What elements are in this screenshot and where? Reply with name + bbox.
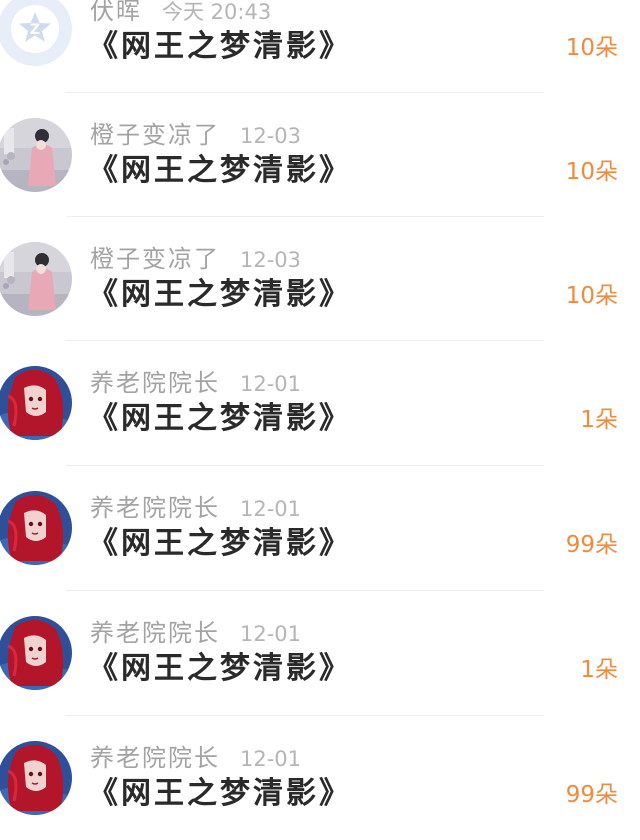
red-hair-girl-icon bbox=[0, 741, 72, 815]
avatar[interactable]: Z bbox=[0, 0, 72, 66]
timestamp: 12-01 bbox=[240, 497, 302, 521]
sender-meta: 橙子变凉了 12-03 bbox=[90, 244, 301, 274]
book-title[interactable]: 《网王之梦清影》 bbox=[88, 774, 352, 814]
divider bbox=[66, 715, 544, 716]
book-title[interactable]: 《网王之梦清影》 bbox=[88, 27, 352, 67]
svg-text:Z: Z bbox=[30, 22, 40, 38]
flower-amount: 1朵 bbox=[580, 657, 618, 683]
avatar[interactable] bbox=[0, 741, 72, 815]
sender-name[interactable]: 伏晖 bbox=[90, 0, 142, 25]
list-item[interactable]: 橙子变凉了 12-03 《网王之梦清影》 10朵 bbox=[0, 118, 640, 210]
girl-portrait-icon bbox=[0, 242, 72, 316]
sender-name[interactable]: 橙子变凉了 bbox=[90, 245, 220, 273]
avatar[interactable] bbox=[0, 491, 72, 565]
timestamp: 今天 20:43 bbox=[162, 0, 272, 24]
sender-meta: 养老院院长 12-01 bbox=[90, 743, 301, 773]
divider bbox=[66, 590, 544, 591]
flower-amount: 99朵 bbox=[565, 782, 618, 808]
sender-name[interactable]: 养老院院长 bbox=[90, 619, 220, 647]
sender-name[interactable]: 养老院院长 bbox=[90, 494, 220, 522]
timestamp: 12-01 bbox=[240, 622, 302, 646]
sender-meta: 养老院院长 12-01 bbox=[90, 493, 301, 523]
red-hair-girl-icon bbox=[0, 616, 72, 690]
list-item[interactable]: Z 伏晖 今天 20:43 《网王之梦清影》 10朵 bbox=[0, 0, 640, 84]
sender-name[interactable]: 养老院院长 bbox=[90, 369, 220, 397]
red-hair-girl-icon bbox=[0, 491, 72, 565]
flower-amount: 10朵 bbox=[565, 283, 618, 309]
divider bbox=[66, 216, 544, 217]
star-avatar-icon: Z bbox=[0, 0, 72, 66]
book-title[interactable]: 《网王之梦清影》 bbox=[88, 275, 352, 315]
sender-meta: 伏晖 今天 20:43 bbox=[90, 0, 271, 26]
book-title[interactable]: 《网王之梦清影》 bbox=[88, 524, 352, 564]
timestamp: 12-03 bbox=[240, 248, 302, 272]
flower-amount: 10朵 bbox=[565, 35, 618, 61]
sender-name[interactable]: 养老院院长 bbox=[90, 744, 220, 772]
list-item[interactable]: 养老院院长 12-01 《网王之梦清影》 99朵 bbox=[0, 741, 640, 833]
divider bbox=[66, 465, 544, 466]
sender-meta: 养老院院长 12-01 bbox=[90, 618, 301, 648]
girl-portrait-icon bbox=[0, 118, 72, 192]
avatar[interactable] bbox=[0, 118, 72, 192]
divider bbox=[66, 92, 544, 93]
list-item[interactable]: 养老院院长 12-01 《网王之梦清影》 99朵 bbox=[0, 491, 640, 583]
timestamp: 12-01 bbox=[240, 372, 302, 396]
sender-meta: 橙子变凉了 12-03 bbox=[90, 120, 301, 150]
flower-amount: 99朵 bbox=[565, 532, 618, 558]
avatar[interactable] bbox=[0, 242, 72, 316]
divider bbox=[66, 340, 544, 341]
book-title[interactable]: 《网王之梦清影》 bbox=[88, 649, 352, 689]
red-hair-girl-icon bbox=[0, 366, 72, 440]
book-title[interactable]: 《网王之梦清影》 bbox=[88, 151, 352, 191]
sender-meta: 养老院院长 12-01 bbox=[90, 368, 301, 398]
flower-amount: 10朵 bbox=[565, 159, 618, 185]
timestamp: 12-01 bbox=[240, 747, 302, 771]
list-item[interactable]: 橙子变凉了 12-03 《网王之梦清影》 10朵 bbox=[0, 242, 640, 334]
list-item[interactable]: 养老院院长 12-01 《网王之梦清影》 1朵 bbox=[0, 366, 640, 458]
sender-name[interactable]: 橙子变凉了 bbox=[90, 121, 220, 149]
book-title[interactable]: 《网王之梦清影》 bbox=[88, 399, 352, 439]
flower-amount: 1朵 bbox=[580, 407, 618, 433]
avatar[interactable] bbox=[0, 616, 72, 690]
timestamp: 12-03 bbox=[240, 124, 302, 148]
avatar[interactable] bbox=[0, 366, 72, 440]
list-item[interactable]: 养老院院长 12-01 《网王之梦清影》 1朵 bbox=[0, 616, 640, 708]
gift-record-list: Z 伏晖 今天 20:43 《网王之梦清影》 10朵 橙子变凉了 12-03 《… bbox=[0, 0, 640, 840]
